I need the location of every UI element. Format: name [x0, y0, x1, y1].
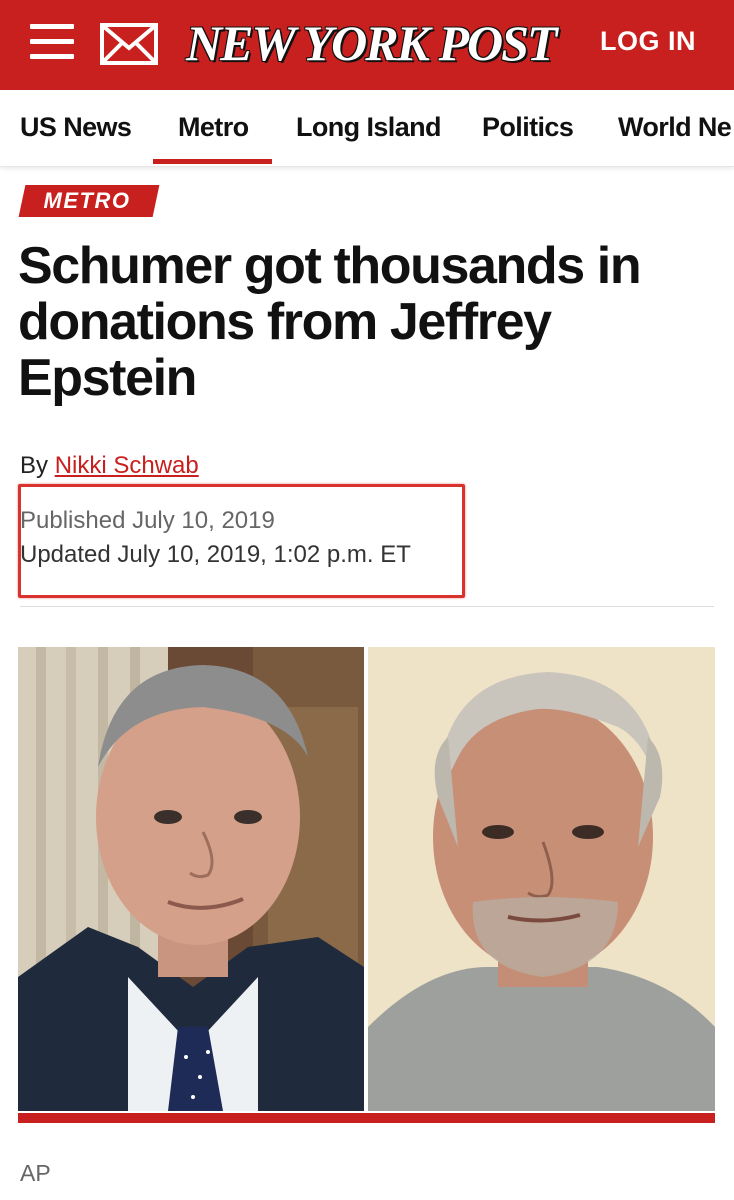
nav-item-long-island[interactable]: Long Island [296, 112, 442, 143]
login-button[interactable]: LOG IN [600, 26, 696, 57]
byline-prefix: By [20, 452, 49, 479]
hamburger-menu-icon[interactable] [30, 22, 76, 62]
active-nav-indicator [153, 159, 272, 164]
envelope-icon[interactable] [100, 22, 158, 66]
byline: By Nikki Schwab [20, 452, 199, 480]
section-tag[interactable]: METRO [22, 185, 152, 217]
nav-item-politics[interactable]: Politics [482, 112, 574, 143]
photo-right [368, 647, 715, 1111]
photo-bottom-rule [18, 1113, 715, 1123]
nav-item-us-news[interactable]: US News [20, 112, 132, 143]
author-link[interactable]: Nikki Schwab [55, 452, 199, 479]
divider [20, 606, 714, 607]
photo-left [18, 647, 364, 1111]
nav-item-metro[interactable]: Metro [178, 112, 249, 143]
section-nav: US News Metro Long Island Politics World… [0, 90, 734, 167]
site-header: NEW YORK POST LOG IN [0, 0, 734, 90]
article-headline: Schumer got thousands in donations from … [18, 237, 642, 407]
nav-item-world-news[interactable]: World Ne [618, 112, 732, 143]
photo-credit: AP [20, 1160, 51, 1186]
site-logo[interactable]: NEW YORK POST [186, 12, 557, 74]
highlight-annotation-box [18, 484, 465, 598]
